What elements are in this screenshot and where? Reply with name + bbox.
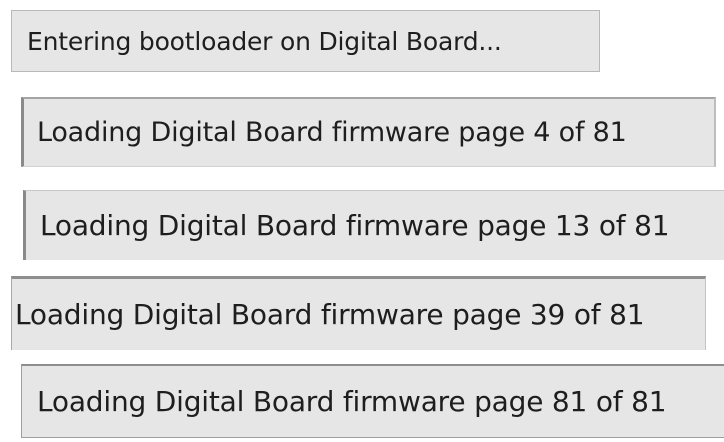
status-bar-firmware-page-13: Loading Digital Board firmware page 13 o… [23, 190, 724, 260]
status-bar-firmware-page-4: Loading Digital Board firmware page 4 of… [21, 97, 716, 167]
status-text: Entering bootloader on Digital Board... [27, 26, 502, 56]
status-bar-firmware-page-39: Loading Digital Board firmware page 39 o… [11, 276, 706, 350]
status-bar-bootloader: Entering bootloader on Digital Board... [11, 10, 600, 72]
status-text: Loading Digital Board firmware page 13 o… [40, 209, 670, 242]
status-text: Loading Digital Board firmware page 4 of… [37, 117, 627, 148]
status-text: Loading Digital Board firmware page 81 o… [37, 385, 667, 418]
status-text: Loading Digital Board firmware page 39 o… [15, 298, 645, 331]
status-bar-firmware-page-81: Loading Digital Board firmware page 81 o… [21, 364, 724, 438]
